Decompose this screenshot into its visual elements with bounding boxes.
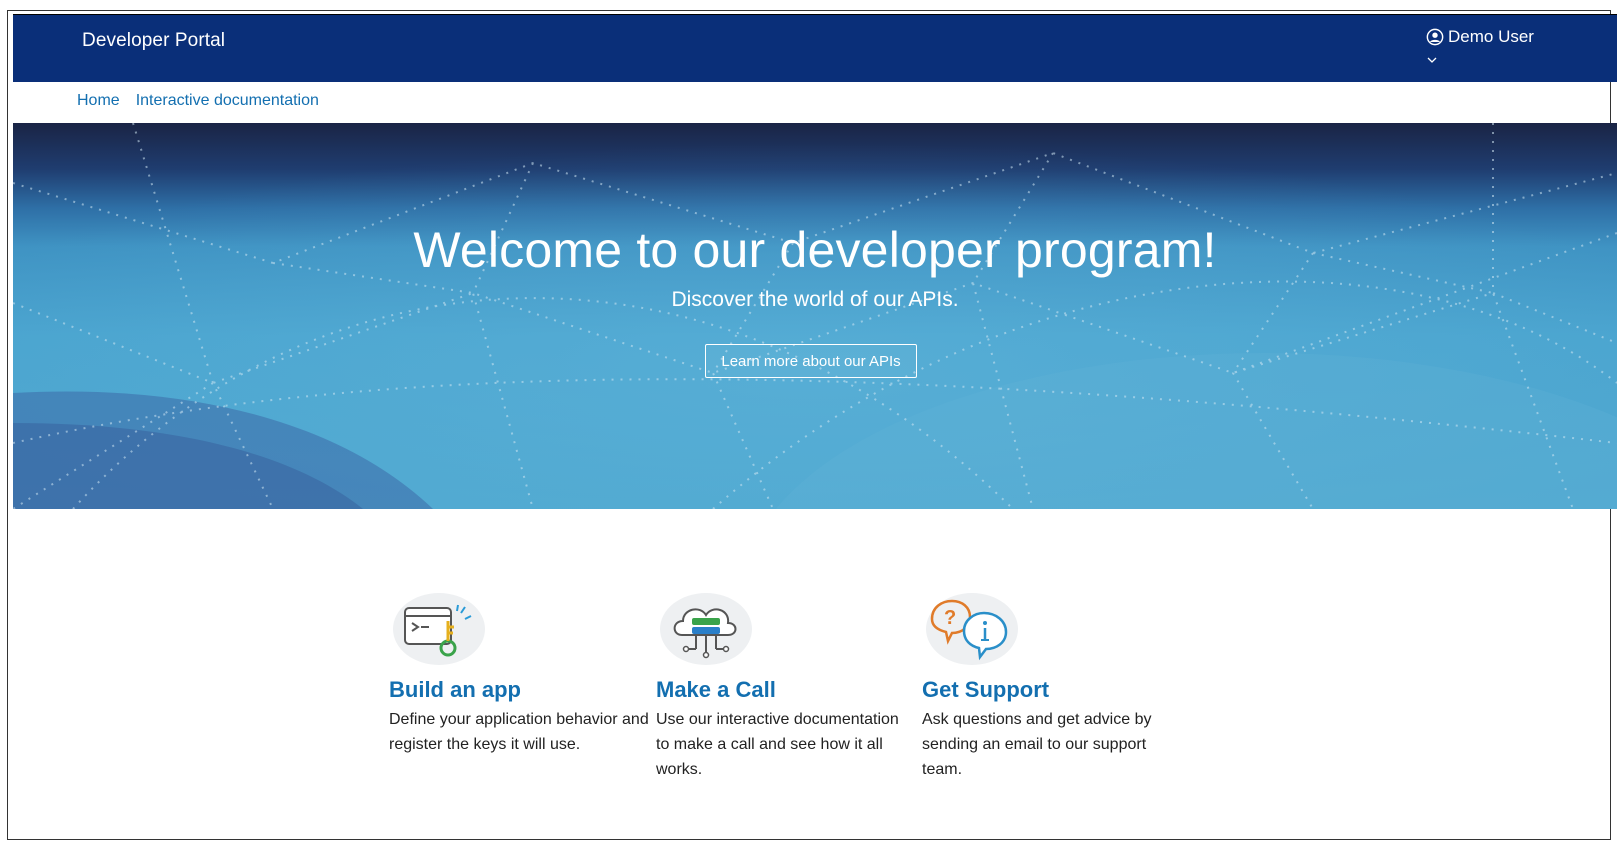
hero-subtitle: Discover the world of our APIs. xyxy=(671,288,959,311)
feature-description: Define your application behavior and reg… xyxy=(389,711,649,753)
svg-text:?: ? xyxy=(944,607,956,629)
cloud-api-icon xyxy=(658,591,754,667)
learn-more-button[interactable]: Learn more about our APIs xyxy=(705,344,917,378)
breadcrumb-interactive-documentation[interactable]: Interactive documentation xyxy=(136,92,319,110)
feature-description: Ask questions and get advice by sending … xyxy=(922,711,1152,778)
user-circle-icon xyxy=(1426,28,1444,46)
chevron-down-icon[interactable] xyxy=(1426,55,1438,65)
feature-build-an-app: Build an app Define your application beh… xyxy=(389,591,659,757)
hero-network-background xyxy=(13,123,1617,509)
feature-make-a-call: Make a Call Use our interactive document… xyxy=(656,591,906,782)
breadcrumb: Home Interactive documentation xyxy=(77,92,319,110)
feature-description: Use our interactive documentation to mak… xyxy=(656,711,899,778)
feature-get-support: ? Get Support Ask questions and get advi… xyxy=(922,591,1162,782)
brand-title[interactable]: Developer Portal xyxy=(82,30,225,52)
terminal-key-icon xyxy=(391,591,487,667)
feature-title[interactable]: Build an app xyxy=(389,677,659,703)
user-name: Demo User xyxy=(1448,27,1534,46)
feature-title[interactable]: Get Support xyxy=(922,677,1162,703)
feature-title[interactable]: Make a Call xyxy=(656,677,906,703)
support-chat-icon: ? xyxy=(924,591,1020,667)
hero-title: Welcome to our developer program! xyxy=(413,222,1217,278)
hero-banner: Welcome to our developer program! Discov… xyxy=(13,123,1617,509)
page-frame: Developer Portal Demo User Home Interact… xyxy=(7,10,1617,840)
breadcrumb-home[interactable]: Home xyxy=(77,92,120,110)
user-menu[interactable]: Demo User xyxy=(1426,27,1534,47)
top-navigation-bar: Developer Portal Demo User xyxy=(13,14,1617,82)
